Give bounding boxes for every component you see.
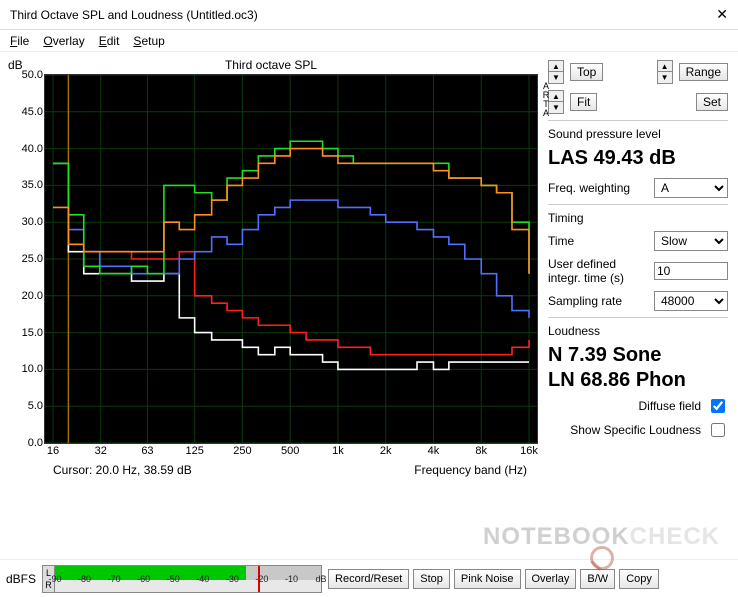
down-icon[interactable]: ▼ [549,102,563,113]
chart-title: Third octave SPL [0,58,542,72]
bw-button[interactable]: B/W [580,569,615,589]
up-icon[interactable]: ▲ [549,91,563,102]
diffuse-field-checkbox[interactable] [711,399,725,413]
loudness-section-title: Loudness [548,317,728,338]
menu-edit[interactable]: Edit [99,34,120,48]
sampling-rate-select[interactable]: 48000 [654,291,728,311]
y-ticks: 0.05.010.015.020.025.030.035.040.045.050… [13,75,43,443]
record-reset-button[interactable]: Record/Reset [328,569,409,589]
freq-weighting-select[interactable]: A [654,178,728,198]
bottom-bar: dBFS L R -90-80-70-60-50-40-30-20-10dB R… [0,559,738,597]
range-spinner[interactable]: ▲▼ [657,60,673,84]
integ-time-input[interactable] [654,262,728,280]
close-icon[interactable]: ✕ [716,6,728,23]
level-meter: L R -90-80-70-60-50-40-30-20-10dB [42,565,322,593]
loudness-phon: LN 68.86 Phon [548,369,728,392]
cursor-readout: Cursor: 20.0 Hz, 38.59 dB [53,463,192,477]
time-label: Time [548,234,574,248]
range-button[interactable]: Range [679,63,728,81]
pink-noise-button[interactable]: Pink Noise [454,569,521,589]
loudness-sone: N 7.39 Sone [548,344,728,367]
up-icon[interactable]: ▲ [658,61,672,72]
x-ticks: 1632631252505001k2k4k8k16k [45,445,537,459]
spl-plot [45,75,537,443]
stop-button[interactable]: Stop [413,569,450,589]
menubar: File Overlay Edit Setup [0,30,738,52]
integ-time-label: User defined integr. time (s) [548,257,624,285]
set-button[interactable]: Set [696,93,728,111]
down-icon[interactable]: ▼ [658,72,672,83]
time-select[interactable]: Slow [654,231,728,251]
meter-ticks: -90-80-70-60-50-40-30-20-10dB [55,566,321,592]
overlay-button[interactable]: Overlay [525,569,577,589]
spl-section-title: Sound pressure level [548,120,728,141]
chart-area[interactable]: ARTA 0.05.010.015.020.025.030.035.040.04… [44,74,538,444]
window-title: Third Octave SPL and Loudness (Untitled.… [10,8,258,22]
menu-file[interactable]: File [10,34,29,48]
spl-value: LAS 49.43 dB [548,147,728,170]
side-panel: ▲▼ Top ▲▼ Range ▲▼ Fit Set Sound pressur… [542,52,738,559]
sampling-rate-label: Sampling rate [548,294,622,308]
top-button[interactable]: Top [570,63,603,81]
up-icon[interactable]: ▲ [549,61,563,72]
arta-brand: ARTA [541,81,551,117]
down-icon[interactable]: ▼ [549,72,563,83]
fit-button[interactable]: Fit [570,93,597,111]
timing-section-title: Timing [548,204,728,225]
menu-overlay[interactable]: Overlay [43,34,84,48]
titlebar: Third Octave SPL and Loudness (Untitled.… [0,0,738,30]
freq-weighting-label: Freq. weighting [548,181,630,195]
copy-button[interactable]: Copy [619,569,659,589]
dbfs-label: dBFS [6,572,36,586]
chart-pane: dB Third octave SPL ARTA 0.05.010.015.02… [0,52,542,559]
show-specific-loudness-label: Show Specific Loudness [570,423,701,437]
show-specific-loudness-checkbox[interactable] [711,423,725,437]
x-axis-label: Frequency band (Hz) [414,463,527,477]
menu-setup[interactable]: Setup [133,34,164,48]
diffuse-field-label: Diffuse field [639,399,701,413]
